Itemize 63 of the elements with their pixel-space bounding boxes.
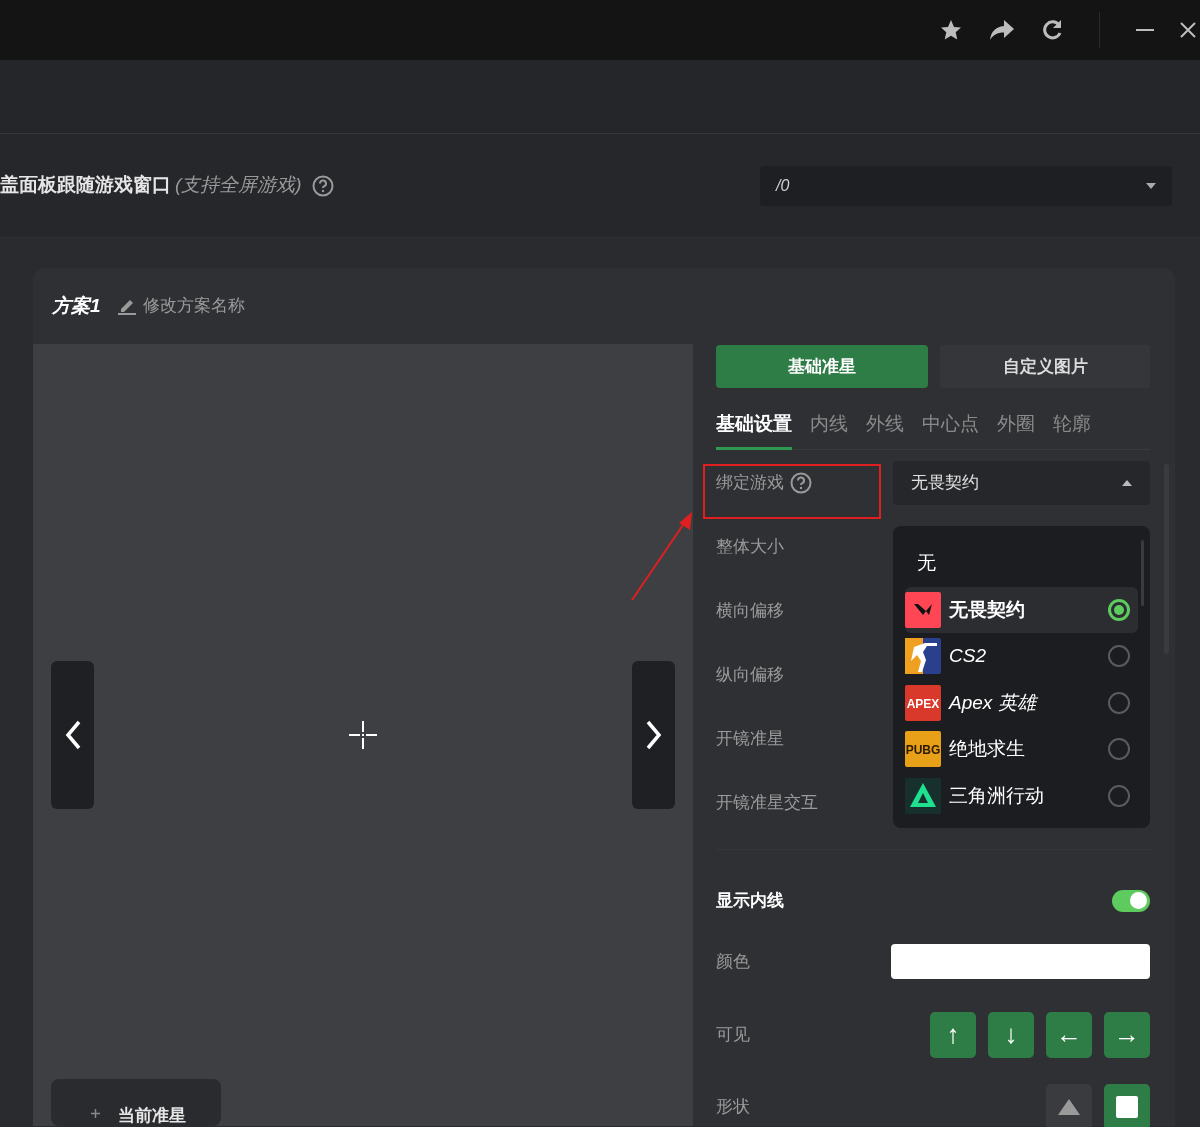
- field-label: 横向偏移: [716, 599, 784, 622]
- share-icon[interactable]: [989, 19, 1015, 41]
- setting-label: 盖面板跟随游戏窗口: [0, 173, 171, 198]
- chevron-right-icon: [645, 720, 662, 750]
- field-label: 可见: [716, 1023, 750, 1046]
- chevron-left-icon: [64, 720, 81, 750]
- radio-button[interactable]: [1108, 784, 1130, 807]
- mode-button[interactable]: 自定义图片: [940, 345, 1150, 388]
- direction-toggle[interactable]: ↓: [988, 1011, 1034, 1058]
- star-icon[interactable]: [939, 18, 963, 42]
- direction-toggle[interactable]: ↑: [930, 1011, 976, 1058]
- tab[interactable]: 基础设置: [716, 410, 792, 450]
- square-icon: [1116, 1095, 1138, 1118]
- help-icon[interactable]: [311, 174, 334, 197]
- mode-button[interactable]: 基础准星: [716, 345, 928, 388]
- game-option[interactable]: APEX Apex 英雄: [905, 679, 1138, 726]
- radio-button[interactable]: [1108, 691, 1130, 714]
- field-label: 整体大小: [716, 535, 784, 558]
- game-option[interactable]: CS2: [905, 633, 1138, 680]
- field-label: 绑定游戏: [716, 471, 784, 494]
- field-label: 开镜准星: [716, 727, 784, 750]
- field-label: 开镜准星交互: [716, 791, 818, 814]
- pencil-icon: [116, 297, 137, 315]
- tab[interactable]: 外圈: [997, 410, 1035, 450]
- tab[interactable]: 内线: [810, 410, 848, 450]
- refresh-icon[interactable]: [1041, 19, 1063, 41]
- game-option[interactable]: PUBG 绝地求生: [905, 726, 1138, 773]
- direction-toggle[interactable]: →: [1104, 1011, 1150, 1058]
- dropdown[interactable]: /0: [760, 165, 1172, 206]
- section-label: 显示内线: [716, 889, 784, 912]
- game-option[interactable]: 无: [905, 540, 1138, 587]
- radio-button[interactable]: [1108, 738, 1130, 761]
- help-icon[interactable]: [790, 471, 812, 494]
- field-label: 形状: [716, 1095, 750, 1118]
- triangle-icon: [1057, 1097, 1081, 1116]
- current-crosshair-tab[interactable]: 当前准星: [51, 1079, 221, 1126]
- setting-note: (支持全屏游戏): [175, 173, 302, 198]
- game-dropdown[interactable]: 无畏契约: [893, 460, 1150, 505]
- toggle-switch[interactable]: [1112, 889, 1150, 912]
- tab[interactable]: 轮廓: [1053, 410, 1091, 450]
- rename-link[interactable]: 修改方案名称: [116, 293, 245, 319]
- color-field[interactable]: [891, 944, 1150, 979]
- field-label: 纵向偏移: [716, 663, 784, 686]
- close-icon[interactable]: [1180, 22, 1196, 38]
- radio-button[interactable]: [1108, 598, 1130, 621]
- tab[interactable]: 外线: [866, 410, 904, 450]
- next-button[interactable]: [632, 661, 675, 809]
- crosshair-icon: [91, 1109, 100, 1118]
- minimize-icon[interactable]: [1136, 28, 1154, 32]
- game-option[interactable]: 三角洲行动: [905, 772, 1138, 819]
- caret-icon: [1122, 479, 1132, 486]
- game-logo-icon: PUBG: [905, 731, 941, 768]
- radio-button[interactable]: [1108, 645, 1130, 668]
- caret-icon: [1146, 182, 1156, 189]
- game-logo-icon: APEX: [905, 684, 941, 721]
- shape-button[interactable]: [1104, 1083, 1150, 1127]
- scheme-name: 方案1: [52, 293, 101, 318]
- tab[interactable]: 中心点: [922, 410, 979, 450]
- direction-toggle[interactable]: ←: [1046, 1011, 1092, 1058]
- field-label: 颜色: [716, 950, 750, 973]
- previous-button[interactable]: [51, 661, 94, 809]
- crosshair-icon: [349, 721, 377, 749]
- game-option[interactable]: 无畏契约: [905, 586, 1138, 633]
